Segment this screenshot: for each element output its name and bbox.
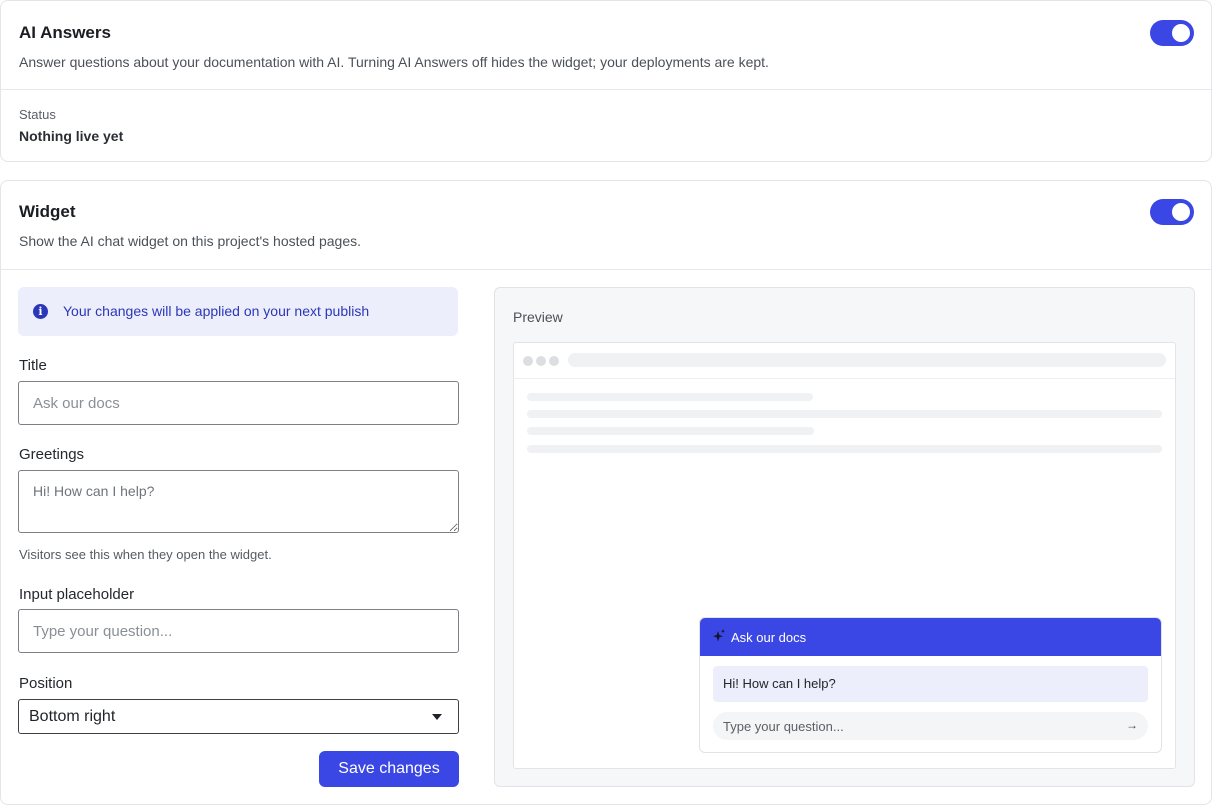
toggle-knob: [1172, 24, 1190, 42]
widget-card: Widget Show the AI chat widget on this p…: [0, 180, 1212, 805]
input-placeholder-input[interactable]: [18, 609, 459, 653]
info-circle-icon: i: [33, 304, 48, 319]
toggle-knob: [1172, 203, 1190, 221]
browser-mockup: Ask our docs Hi! How can I help? Type yo…: [513, 342, 1176, 769]
input-placeholder-label: Input placeholder: [19, 586, 135, 603]
sparkle-icon: [713, 629, 725, 642]
info-banner: i Your changes will be applied on your n…: [18, 287, 458, 336]
window-dot-icon: [523, 356, 533, 366]
skeleton-line: [527, 410, 1162, 418]
info-banner-text: Your changes will be applied on your nex…: [63, 303, 370, 319]
skeleton-line: [527, 427, 814, 435]
greetings-hint: Visitors see this when they open the wid…: [19, 547, 272, 562]
skeleton-line: [527, 445, 1162, 453]
preview-label: Preview: [513, 309, 563, 325]
position-select-value: Bottom right: [29, 708, 116, 725]
title-label: Title: [19, 357, 47, 374]
divider: [1, 89, 1211, 90]
greetings-textarea[interactable]: [18, 470, 459, 533]
chat-greeting-text: Hi! How can I help?: [723, 676, 836, 691]
chat-title: Ask our docs: [731, 630, 807, 645]
ai-answers-toggle[interactable]: [1150, 20, 1194, 46]
ai-answers-title: AI Answers: [19, 23, 111, 42]
chat-input-placeholder: Type your question...: [723, 719, 844, 734]
browser-bar: [514, 343, 1175, 379]
save-changes-button[interactable]: Save changes: [319, 751, 459, 787]
ai-answers-description: Answer questions about your documentatio…: [19, 54, 769, 70]
ai-answers-card: AI Answers Answer questions about your d…: [0, 0, 1212, 162]
preview-panel: Preview Ask our docs Hi! How can I help?…: [494, 287, 1195, 787]
chat-widget-preview: Ask our docs Hi! How can I help? Type yo…: [699, 617, 1162, 753]
window-dot-icon: [536, 356, 546, 366]
chat-input[interactable]: Type your question... →: [713, 712, 1148, 740]
arrow-right-icon[interactable]: →: [1126, 718, 1138, 732]
position-select[interactable]: Bottom right: [18, 699, 459, 734]
window-dot-icon: [549, 356, 559, 366]
position-label: Position: [19, 675, 73, 692]
widget-title: Widget: [19, 202, 76, 221]
chat-header: Ask our docs: [700, 618, 1161, 656]
skeleton-line: [527, 393, 813, 401]
divider: [1, 269, 1211, 270]
widget-description: Show the AI chat widget on this project'…: [19, 233, 361, 249]
title-input[interactable]: [18, 381, 459, 425]
status-label: Status: [19, 107, 56, 122]
caret-down-icon: [432, 714, 442, 720]
url-bar: [568, 353, 1166, 367]
widget-toggle[interactable]: [1150, 199, 1194, 225]
chat-greeting-bubble: Hi! How can I help?: [713, 666, 1148, 702]
status-value: Nothing live yet: [19, 128, 124, 144]
greetings-label: Greetings: [19, 446, 85, 463]
